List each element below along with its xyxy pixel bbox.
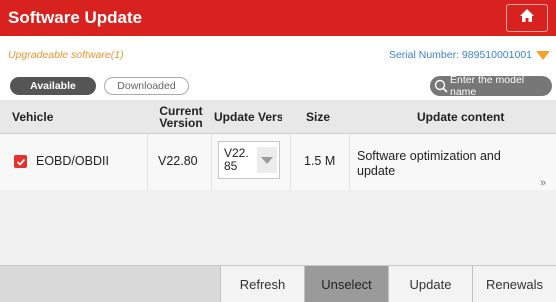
update-version-line2: 85	[224, 159, 238, 173]
filter-tabs: Available Downloaded Enter the model nam…	[0, 74, 556, 100]
serial-value: 989510001001	[461, 49, 532, 61]
vehicle-name: EOBD/OBDII	[36, 154, 109, 168]
renewals-button[interactable]: Renewals	[472, 266, 556, 302]
column-divider	[290, 134, 291, 190]
title-bar: Software Update	[0, 0, 556, 36]
column-divider	[349, 134, 350, 190]
column-current-version: Current Version	[158, 100, 204, 134]
update-button[interactable]: Update	[388, 266, 472, 302]
serial-dropdown-icon[interactable]	[536, 51, 550, 60]
column-divider	[211, 134, 212, 190]
home-button[interactable]	[506, 4, 548, 32]
tab-available[interactable]: Available	[10, 77, 96, 95]
serial-label: Serial Number:	[388, 49, 459, 61]
search-icon	[434, 79, 448, 93]
row-checkbox[interactable]	[14, 155, 27, 168]
column-update-content: Update content	[417, 110, 505, 124]
search-placeholder: Enter the model name	[450, 74, 525, 98]
unselect-button[interactable]: Unselect	[304, 266, 388, 302]
tab-downloaded[interactable]: Downloaded	[104, 77, 189, 95]
current-version: V22.80	[158, 154, 198, 168]
empty-list-area	[0, 190, 556, 265]
update-version-select[interactable]: V22. 85	[218, 141, 280, 179]
update-content: Software optimization and update	[357, 149, 537, 179]
column-vehicle: Vehicle	[12, 110, 54, 124]
update-size: 1.5 M	[304, 154, 336, 168]
expand-more-icon[interactable]: »	[540, 177, 546, 189]
update-content-line2: update	[357, 164, 396, 178]
page-title: Software Update	[8, 8, 143, 27]
column-update-version: Update Versi	[214, 110, 282, 124]
info-bar: Upgradeable software(1) Serial Number: 9…	[0, 36, 556, 74]
column-size: Size	[306, 110, 331, 124]
serial-number[interactable]: Serial Number: 989510001001	[389, 49, 532, 61]
column-divider	[147, 134, 148, 190]
home-icon	[519, 8, 535, 28]
refresh-button[interactable]: Refresh	[220, 266, 304, 302]
check-icon	[16, 158, 25, 166]
upgradeable-count: Upgradeable software(1)	[8, 49, 124, 61]
search-input[interactable]: Enter the model name	[430, 74, 552, 98]
update-content-line1: Software optimization and	[357, 149, 501, 163]
action-bar: Refresh Unselect Update Renewals	[0, 265, 556, 302]
table-header: Vehicle Current Version Update Versi Siz…	[0, 100, 556, 134]
update-version-value: V22. 85	[224, 147, 249, 173]
chevron-down-icon[interactable]	[257, 147, 277, 173]
column-current-version-line2: Version	[159, 116, 203, 130]
table-row[interactable]: EOBD/OBDII V22.80 V22. 85 1.5 M Software…	[0, 134, 556, 190]
